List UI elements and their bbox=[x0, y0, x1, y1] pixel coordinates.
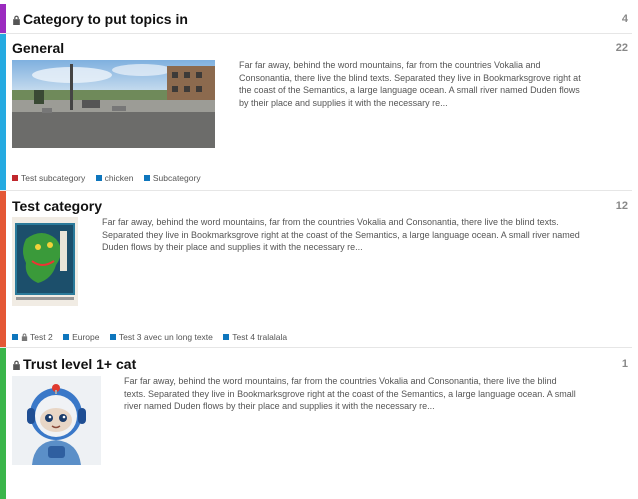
subcategory-label: Subcategory bbox=[152, 173, 201, 183]
topic-count: 4 bbox=[621, 13, 628, 25]
subcategory-label: chicken bbox=[104, 173, 134, 183]
topic-count: 12 bbox=[615, 200, 628, 212]
subcategory-color-square bbox=[12, 175, 18, 181]
category-description: Far far away, behind the word mountains,… bbox=[102, 217, 580, 252]
category-description: Far far away, behind the word mountains,… bbox=[239, 60, 581, 108]
category-description: Far far away, behind the word mountains,… bbox=[124, 376, 576, 411]
subcategory-color-square bbox=[63, 334, 70, 340]
category-color-bar bbox=[0, 4, 6, 33]
subcategory-color-square bbox=[223, 334, 230, 340]
subcategory-list: Test 2 Europe Test 3 avec un long texte … bbox=[12, 332, 295, 342]
category-title-text: Category to put topics in bbox=[23, 11, 188, 27]
category-title[interactable]: Trust level 1+ cat bbox=[12, 356, 136, 372]
subcategory-link[interactable]: Europe bbox=[63, 332, 99, 342]
subcategory-label: Test 3 avec un long texte bbox=[118, 332, 213, 342]
category-color-bar bbox=[0, 191, 6, 347]
category-image bbox=[12, 376, 101, 465]
subcategory-link[interactable]: Test subcategory bbox=[12, 173, 85, 183]
category-row[interactable]: Test category 12 Far far away, behind th… bbox=[0, 191, 632, 348]
category-title-text: Trust level 1+ cat bbox=[23, 356, 137, 372]
subcategory-color-square bbox=[12, 334, 18, 340]
subcategory-color-square bbox=[109, 334, 116, 340]
category-title[interactable]: Test category bbox=[12, 198, 102, 214]
category-title[interactable]: General bbox=[12, 40, 64, 56]
category-color-bar bbox=[0, 34, 6, 190]
subcategory-link[interactable]: Test 4 tralalala bbox=[223, 332, 287, 342]
subcategory-label: Test 4 tralalala bbox=[232, 332, 288, 342]
category-image bbox=[12, 217, 78, 306]
lock-icon bbox=[21, 333, 28, 341]
subcategory-color-square bbox=[95, 175, 102, 181]
category-row[interactable]: Trust level 1+ cat 1 Far far away, behin… bbox=[0, 348, 632, 499]
category-row[interactable]: Category to put topics in 4 bbox=[0, 4, 632, 34]
subcategory-label: Test subcategory bbox=[21, 173, 86, 183]
lock-icon bbox=[13, 15, 20, 25]
topic-count: 1 bbox=[621, 358, 628, 370]
topic-count: 22 bbox=[615, 42, 628, 54]
category-image bbox=[12, 60, 215, 148]
category-color-bar bbox=[0, 348, 6, 499]
subcategory-label: Test 2 bbox=[30, 332, 53, 342]
subcategory-link[interactable]: Test 3 avec un long texte bbox=[109, 332, 213, 342]
subcategory-label: Europe bbox=[72, 332, 100, 342]
subcategory-link[interactable]: Subcategory bbox=[143, 173, 201, 183]
subcategory-color-square bbox=[143, 175, 150, 181]
category-title[interactable]: Category to put topics in bbox=[12, 11, 188, 27]
subcategory-link[interactable]: Test 2 bbox=[12, 332, 53, 342]
subcategory-link[interactable]: chicken bbox=[95, 173, 134, 183]
category-row[interactable]: General 22 Far far away, behind the word… bbox=[0, 34, 632, 191]
lock-icon bbox=[13, 360, 20, 370]
subcategory-list: Test subcategory chicken Subcategory bbox=[12, 173, 209, 183]
